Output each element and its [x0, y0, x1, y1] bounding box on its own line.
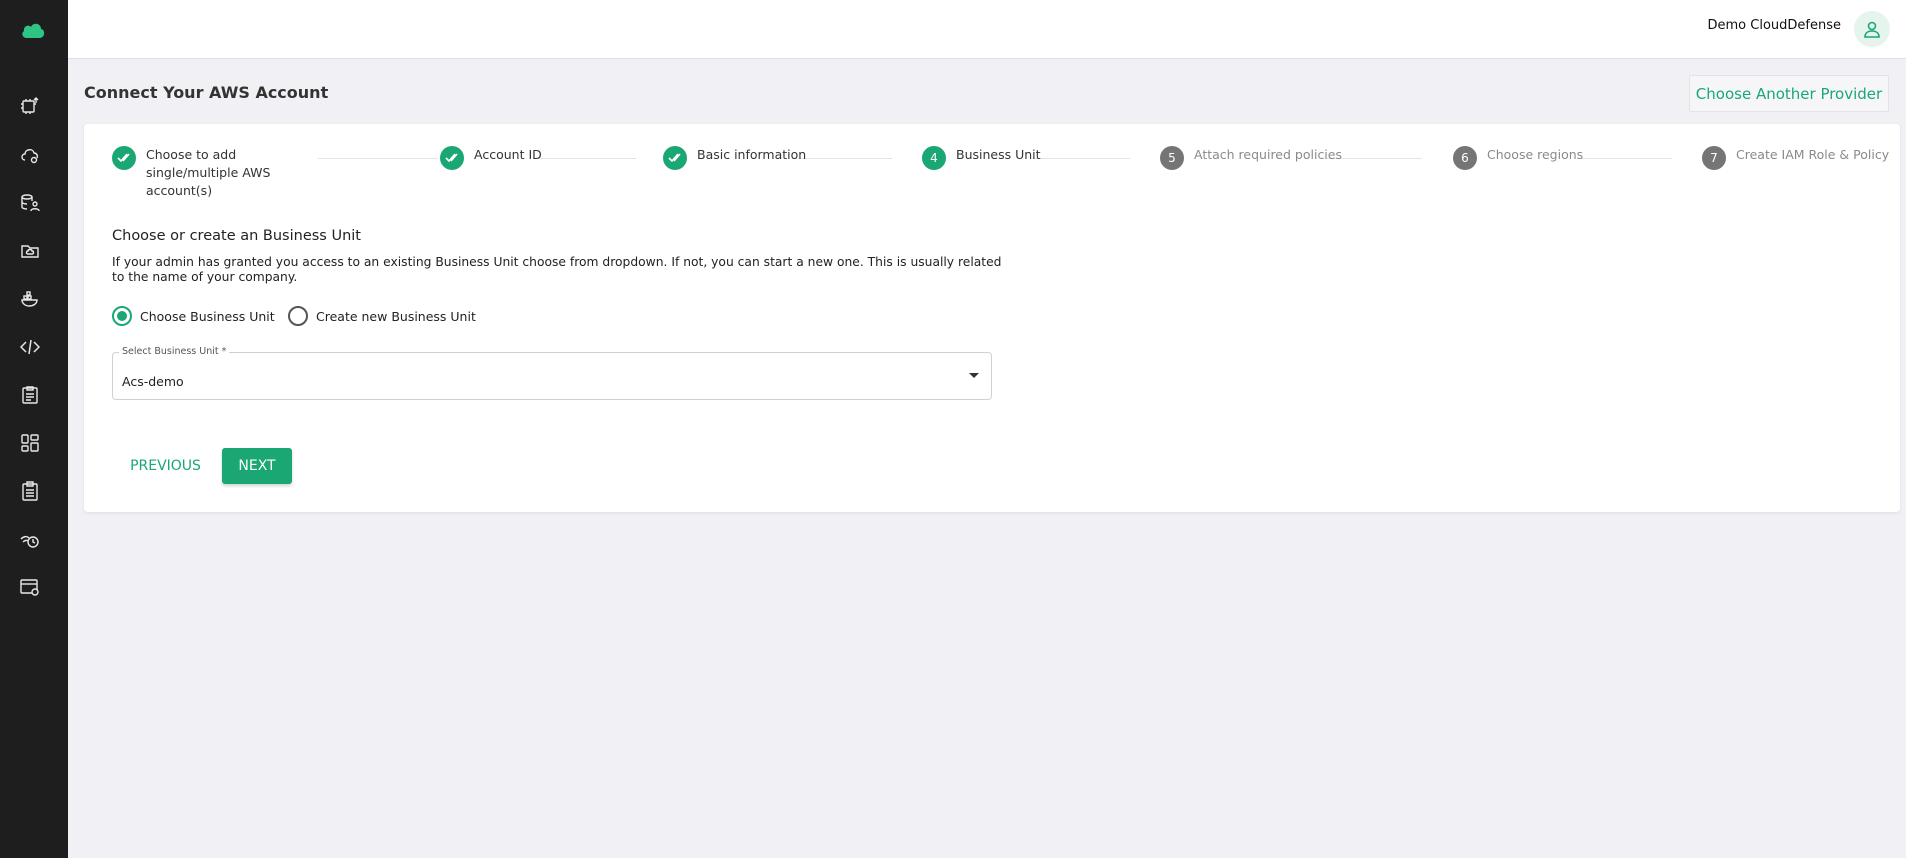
- dropdown-arrow-icon[interactable]: [969, 373, 979, 378]
- check-icon: [440, 146, 464, 170]
- step-connector: [1032, 158, 1130, 159]
- step-label: Business Unit: [956, 147, 1041, 162]
- step-connector: [538, 158, 636, 159]
- step-1: Choose to add single/multiple AWS accoun…: [112, 146, 316, 200]
- step-connector: [318, 158, 438, 159]
- choose-another-provider-button[interactable]: Choose Another Provider: [1689, 75, 1889, 112]
- step-4: 4 Business Unit: [922, 146, 1041, 170]
- cloud-settings-icon[interactable]: [20, 145, 40, 165]
- step-connector: [798, 158, 892, 159]
- radio-button[interactable]: [112, 306, 132, 326]
- wizard-card: Choose to add single/multiple AWS accoun…: [84, 124, 1900, 512]
- business-unit-select[interactable]: Select Business Unit * Acs-demo: [112, 346, 992, 400]
- check-icon: [112, 146, 136, 170]
- select-label: Select Business Unit *: [119, 346, 230, 357]
- next-button[interactable]: NEXT: [222, 448, 292, 484]
- step-label: Basic information: [697, 147, 807, 162]
- page-title: Connect Your AWS Account: [84, 83, 329, 102]
- radio-label: Choose Business Unit: [140, 308, 275, 324]
- container-whale-icon[interactable]: [20, 289, 40, 309]
- step-number: 6: [1453, 146, 1477, 170]
- database-user-icon[interactable]: [20, 193, 40, 213]
- step-label: Create IAM Role & Policy: [1736, 147, 1890, 162]
- step-connector: [1580, 158, 1672, 159]
- radio-button[interactable]: [288, 306, 308, 326]
- step-label: Attach required policies: [1194, 147, 1342, 162]
- section-description: If your admin has granted you access to …: [112, 255, 1002, 284]
- dashboard-grid-icon[interactable]: [20, 433, 40, 453]
- radio-create-business-unit[interactable]: Create new Business Unit: [288, 306, 476, 326]
- select-value: Acs-demo: [122, 374, 184, 389]
- section-title: Choose or create an Business Unit: [112, 228, 361, 244]
- step-5: 5 Attach required policies: [1160, 146, 1342, 170]
- check-icon: [663, 146, 687, 170]
- step-number: 5: [1160, 146, 1184, 170]
- code-icon[interactable]: [20, 337, 40, 357]
- window-settings-icon[interactable]: [20, 577, 40, 597]
- signal-alert-icon[interactable]: [20, 529, 40, 549]
- previous-button[interactable]: PREVIOUS: [112, 448, 219, 484]
- step-2: Account ID: [440, 146, 542, 170]
- user-icon[interactable]: [1854, 11, 1890, 47]
- step-6: 6 Choose regions: [1453, 146, 1583, 170]
- clipboard-icon[interactable]: [20, 385, 40, 405]
- sidebar: [0, 0, 68, 858]
- top-bar: Demo CloudDefense: [68, 0, 1906, 59]
- username: Demo CloudDefense: [1707, 18, 1842, 33]
- chip-upload-icon[interactable]: [20, 96, 40, 116]
- step-7: 7 Create IAM Role & Policy: [1702, 146, 1889, 170]
- folder-cloud-icon[interactable]: [20, 241, 40, 261]
- radio-label: Create new Business Unit: [316, 308, 476, 324]
- step-label: Choose regions: [1487, 147, 1584, 162]
- radio-choose-business-unit[interactable]: Choose Business Unit: [112, 306, 275, 326]
- step-number: 7: [1702, 146, 1726, 170]
- step-number: 4: [922, 146, 946, 170]
- checklist-icon[interactable]: [20, 481, 40, 501]
- step-3: Basic information: [663, 146, 806, 170]
- step-label: Choose to add single/multiple AWS accoun…: [146, 147, 271, 198]
- step-label: Account ID: [474, 147, 542, 162]
- cloud-logo-icon[interactable]: [21, 21, 45, 39]
